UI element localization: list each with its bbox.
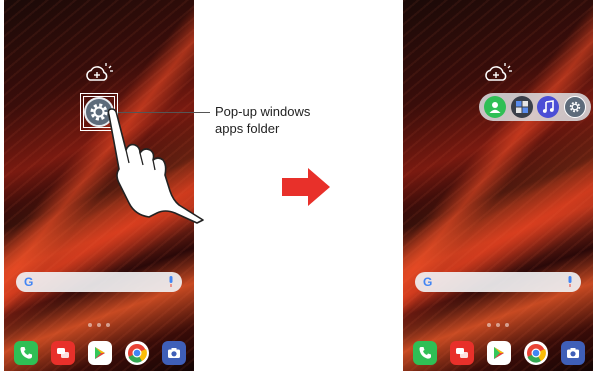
chrome-icon[interactable] bbox=[524, 341, 548, 365]
google-logo: G bbox=[24, 275, 34, 289]
mic-icon[interactable] bbox=[168, 276, 174, 287]
play-store-icon[interactable] bbox=[88, 341, 112, 365]
play-store-icon[interactable] bbox=[487, 341, 511, 365]
google-logo: G bbox=[423, 275, 433, 289]
weather-add-icon[interactable] bbox=[84, 62, 114, 84]
weather-add-icon[interactable] bbox=[483, 62, 513, 84]
messages-icon[interactable] bbox=[450, 341, 474, 365]
camera-icon[interactable] bbox=[561, 341, 585, 365]
mic-icon[interactable] bbox=[567, 276, 573, 287]
phone-icon[interactable] bbox=[14, 341, 38, 365]
callout-label: Pop-up windows apps folder bbox=[215, 103, 310, 137]
dock bbox=[413, 341, 585, 367]
page-indicator bbox=[487, 322, 509, 328]
calculator-icon[interactable] bbox=[510, 96, 533, 118]
hand-tap-icon bbox=[107, 108, 204, 224]
arrow-right-icon bbox=[282, 168, 330, 206]
search-bar[interactable]: G bbox=[415, 272, 581, 292]
settings-gear-icon[interactable] bbox=[563, 96, 586, 118]
search-bar[interactable]: G bbox=[16, 272, 182, 292]
dock bbox=[14, 341, 186, 367]
music-icon[interactable] bbox=[537, 96, 560, 118]
callout-line-2: apps folder bbox=[215, 121, 280, 136]
callout-line-1: Pop-up windows bbox=[215, 104, 311, 119]
camera-icon[interactable] bbox=[162, 341, 186, 365]
chrome-icon[interactable] bbox=[125, 341, 149, 365]
messages-icon[interactable] bbox=[51, 341, 75, 365]
popup-folder bbox=[479, 93, 591, 121]
contacts-icon[interactable] bbox=[484, 96, 507, 118]
phone-icon[interactable] bbox=[413, 341, 437, 365]
phone-screen-after: G bbox=[403, 0, 593, 371]
page-indicator bbox=[88, 322, 110, 328]
